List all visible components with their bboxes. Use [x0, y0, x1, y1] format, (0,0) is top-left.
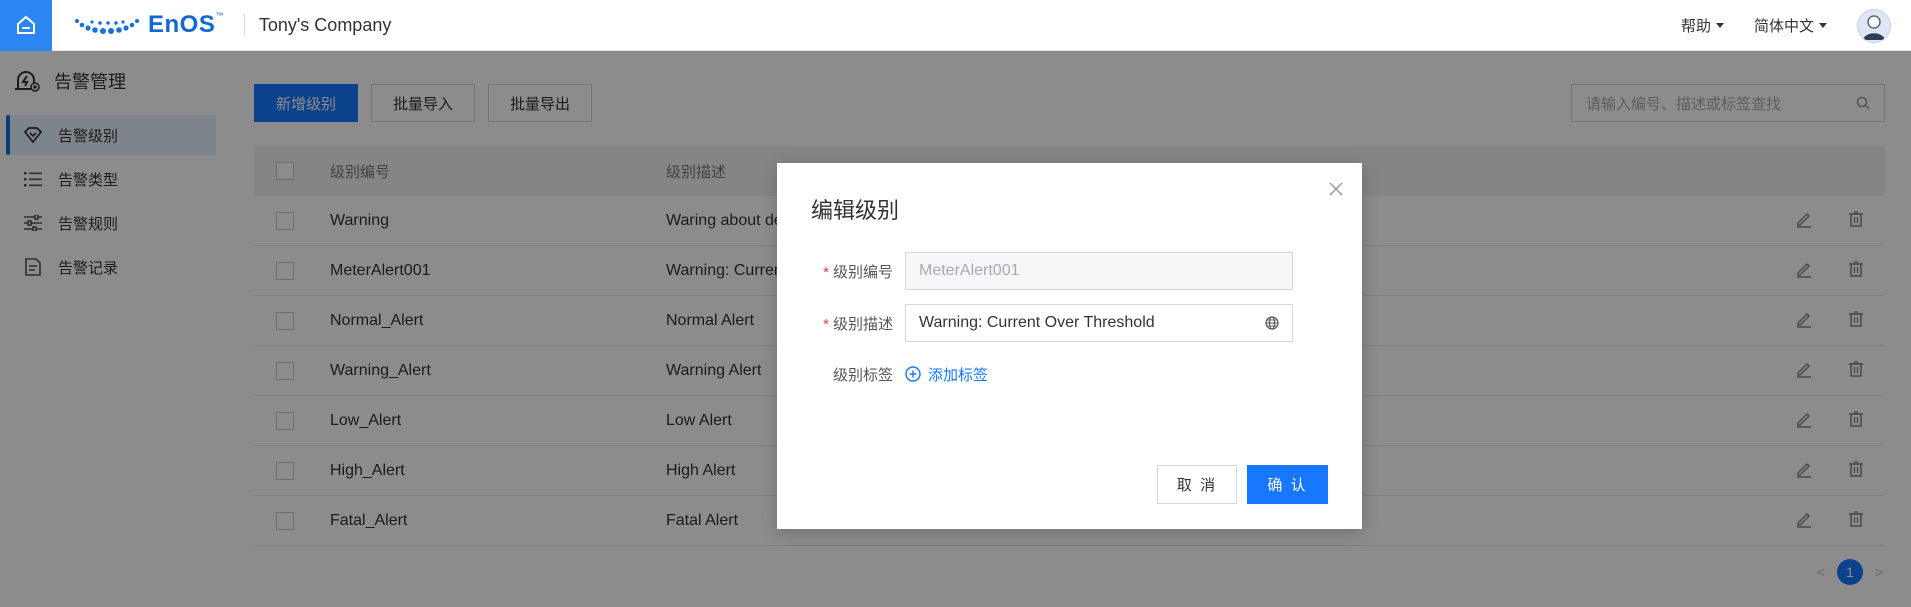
description-field[interactable]: Warning: Current Over Threshold: [905, 304, 1293, 342]
description-value: Warning: Current Over Threshold: [919, 314, 1155, 331]
chevron-down-icon: [1819, 23, 1827, 28]
company-name: Tony's Company: [258, 14, 392, 35]
add-tag-button[interactable]: 添加标签: [905, 364, 988, 385]
language-menu[interactable]: 简体中文: [1754, 15, 1827, 36]
add-tag-label: 添加标签: [928, 366, 989, 384]
dialog-title: 编辑级别: [811, 198, 900, 223]
top-bar: EnOS™ Tony's Company 帮助 简体中文: [0, 0, 1911, 51]
tag-label: 级别标签: [832, 366, 893, 384]
required-mark: *: [823, 263, 829, 281]
code-field: MeterAlert001: [905, 252, 1293, 290]
code-label: * 级别编号: [823, 263, 893, 281]
required-mark: *: [823, 315, 829, 333]
cancel-button[interactable]: 取 消: [1157, 465, 1237, 504]
logo-dots-icon: [75, 19, 139, 34]
home-button[interactable]: [0, 0, 52, 51]
language-label: 简体中文: [1753, 18, 1814, 35]
logo-text: EnOS™: [148, 11, 224, 38]
form-row-tag: 级别标签 添加标签: [777, 355, 1362, 393]
avatar[interactable]: [1857, 8, 1891, 43]
header-divider: [243, 14, 245, 36]
home-icon: [17, 15, 35, 34]
form-row-desc: * 级别描述 Warning: Current Over Threshold: [777, 304, 1362, 342]
edit-level-dialog: 编辑级别 * 级别编号 MeterAlert001 * 级别描述 Warning: …: [777, 163, 1362, 529]
desc-label: * 级别描述: [823, 315, 893, 333]
chevron-down-icon: [1715, 23, 1724, 28]
help-menu[interactable]: 帮助: [1681, 15, 1724, 36]
plus-circle-icon: [905, 366, 921, 382]
user-icon: [1863, 14, 1885, 40]
form-row-code: * 级别编号 MeterAlert001: [777, 252, 1362, 290]
help-label: 帮助: [1680, 18, 1711, 35]
confirm-button[interactable]: 确 认: [1247, 465, 1328, 504]
close-icon[interactable]: [1328, 181, 1344, 197]
enos-logo[interactable]: EnOS™: [74, 0, 224, 51]
code-value: MeterAlert001: [919, 262, 1020, 279]
dialog-footer: 取 消 确 认: [1157, 465, 1328, 504]
globe-icon[interactable]: [1265, 316, 1279, 330]
